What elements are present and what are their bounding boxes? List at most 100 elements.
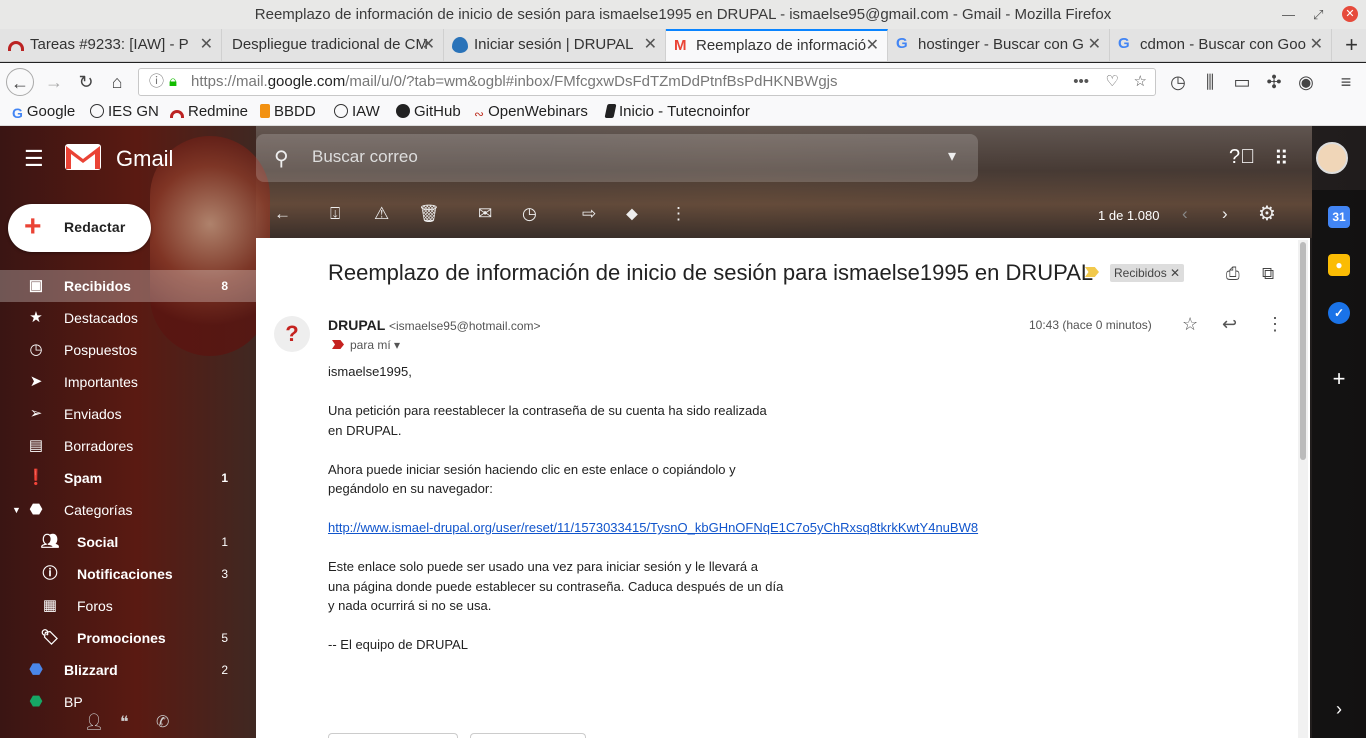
forward-button[interactable] — [470, 733, 586, 738]
tasks-icon[interactable]: ✓ — [1328, 302, 1350, 324]
labels-icon[interactable]: ⬥ — [626, 204, 638, 224]
sidebar-item-notifications[interactable]: ⓘ Notificaciones 3 — [0, 558, 256, 590]
settings-gear-icon[interactable]: ⚙ — [1258, 201, 1276, 226]
search-input[interactable]: Buscar correo — [312, 147, 418, 167]
more-icon[interactable]: ⋮ — [670, 204, 687, 224]
sidebar-item-drafts[interactable]: ▤ Borradores — [0, 430, 256, 462]
extensions-icon[interactable]: ✣ — [1260, 68, 1288, 96]
sidebar-item-snoozed[interactable]: ◷ Pospuestos — [0, 334, 256, 366]
contacts-icon[interactable]: 👤︎ — [84, 712, 104, 732]
browser-tab-active[interactable]: M Reemplazo de informació ✕ — [666, 29, 888, 61]
hangouts-icon[interactable]: ❝ — [120, 712, 129, 732]
newer-icon[interactable]: ‹ — [1182, 204, 1188, 224]
url-bar[interactable]: ⓘ 🔒︎ https://mail.google.com/mail/u/0/?t… — [138, 68, 1156, 96]
scrollbar-thumb[interactable] — [1300, 242, 1306, 460]
sidebar-item-label: Notificaciones — [77, 566, 173, 582]
bookmark-bbdd[interactable]: BBDD — [260, 103, 316, 120]
move-to-icon[interactable]: ⇨ — [582, 204, 596, 224]
sidebar-item-sent[interactable]: ➢ Enviados — [0, 398, 256, 430]
report-spam-icon[interactable]: ⚠ — [374, 204, 389, 224]
print-icon[interactable]: ⎙ — [1226, 264, 1240, 284]
browser-tab[interactable]: G cdmon - Buscar con Goo ✕ — [1110, 29, 1332, 61]
back-to-inbox-icon[interactable]: ← — [274, 204, 291, 224]
close-tab-icon[interactable]: ✕ — [200, 29, 213, 61]
menu-icon[interactable]: ≡ — [1332, 68, 1360, 96]
older-icon[interactable]: › — [1222, 204, 1228, 224]
bookmark-redmine[interactable]: Redmine — [170, 103, 248, 120]
info-icon[interactable]: ⓘ — [149, 69, 164, 95]
avatar[interactable] — [1316, 142, 1348, 174]
page-actions-icon[interactable]: ••• — [1073, 69, 1089, 95]
delete-icon[interactable]: 🗑︎ — [418, 204, 440, 224]
home-icon[interactable]: ⌂ — [103, 68, 131, 96]
forward-icon[interactable]: → — [40, 68, 68, 96]
sidebar-icon[interactable]: ▭ — [1228, 68, 1256, 96]
chevron-down-icon[interactable]: ▾ — [394, 338, 400, 352]
star-icon[interactable]: ☆ — [1182, 314, 1198, 335]
maximize-icon[interactable]: ⤢ — [1313, 0, 1323, 29]
browser-tab[interactable]: Iniciar sesión | DRUPAL ✕ — [444, 29, 666, 61]
inbox-label-chip[interactable]: Recibidos ✕ — [1110, 264, 1185, 282]
close-tab-icon[interactable]: ✕ — [1088, 29, 1101, 61]
sidebar-item-categories[interactable]: ▼ ⬣ Categorías — [0, 494, 256, 526]
close-window-icon[interactable]: ✕ — [1342, 6, 1358, 22]
more-options-icon[interactable]: ⋮ — [1266, 314, 1284, 335]
sidebar-item-forums[interactable]: ▦ Foros — [0, 590, 256, 622]
tab-label: Despliegue tradicional de CM — [232, 36, 428, 53]
add-addon-icon[interactable]: + — [1328, 368, 1350, 390]
sidebar-item-blizzard[interactable]: ⬣ Blizzard 2 — [0, 654, 256, 686]
close-tab-icon[interactable]: ✕ — [422, 29, 435, 61]
history-icon[interactable]: ◷ — [1164, 68, 1192, 96]
account-icon[interactable]: ◉ — [1292, 68, 1320, 96]
bookmark-openwebinars[interactable]: ∾ OpenWebinars — [474, 103, 588, 121]
back-icon[interactable]: ← — [6, 68, 34, 96]
remove-label-icon[interactable]: ✕ — [1170, 266, 1180, 280]
scrollbar[interactable] — [1298, 240, 1308, 738]
close-tab-icon[interactable]: ✕ — [644, 29, 657, 61]
browser-tab[interactable]: Despliegue tradicional de CM ✕ — [222, 29, 444, 61]
library-icon[interactable]: ⫼ — [1196, 68, 1224, 96]
compose-button[interactable]: + Redactar — [8, 204, 151, 252]
reset-link[interactable]: http://www.ismael-drupal.org/user/reset/… — [328, 520, 978, 535]
sidebar-item-promotions[interactable]: 🏷︎ Promociones 5 — [0, 622, 256, 654]
archive-icon[interactable]: ⍗ — [330, 204, 340, 224]
bookmark-star-icon[interactable]: ☆ — [1134, 69, 1147, 95]
bookmark-github[interactable]: GitHub — [396, 103, 461, 120]
calendar-icon[interactable]: 31 — [1328, 206, 1350, 228]
bookmark-tutecnoinfor[interactable]: Inicio - Tutecnoinfor — [604, 103, 750, 120]
sidebar-item-spam[interactable]: ❗ Spam 1 — [0, 462, 256, 494]
keep-icon[interactable]: ● — [1328, 254, 1350, 276]
phone-icon[interactable]: ✆ — [156, 712, 169, 732]
close-tab-icon[interactable]: ✕ — [1310, 29, 1323, 61]
sidebar-item-starred[interactable]: ★ Destacados — [0, 302, 256, 334]
sidebar-item-social[interactable]: 👥︎ Social 1 — [0, 526, 256, 558]
search-icon[interactable]: ⚲ — [274, 146, 289, 171]
reply-button[interactable] — [328, 733, 458, 738]
main-menu-icon[interactable]: ☰ — [24, 146, 44, 172]
sidebar-item-important[interactable]: ➤ Importantes — [0, 366, 256, 398]
browser-tab[interactable]: G hostinger - Buscar con G ✕ — [888, 29, 1110, 61]
reply-icon[interactable]: ↩ — [1222, 314, 1237, 335]
search-bar[interactable]: ⚲ Buscar correo ▾ — [256, 134, 978, 182]
pocket-icon[interactable]: ♡ — [1106, 69, 1119, 95]
expand-triangle-icon[interactable]: ▼ — [12, 494, 21, 526]
tab-label: hostinger - Buscar con G — [918, 36, 1084, 53]
recipient-details[interactable]: para mí ▾ — [332, 338, 400, 352]
browser-tab[interactable]: Tareas #9233: [IAW] - P ✕ — [0, 29, 222, 61]
mark-unread-icon[interactable]: ✉ — [478, 204, 492, 224]
help-icon[interactable]: ?⃝ — [1229, 146, 1255, 169]
close-tab-icon[interactable]: ✕ — [866, 31, 879, 61]
bookmark-ies-gn[interactable]: IES GN — [90, 103, 159, 120]
bookmark-google[interactable]: G Google — [12, 103, 75, 121]
apps-grid-icon[interactable]: ⠿ — [1274, 146, 1289, 171]
bookmark-iaw[interactable]: IAW — [334, 103, 380, 120]
chevron-right-icon[interactable]: › — [1328, 698, 1350, 720]
minimize-icon[interactable]: — — [1282, 0, 1295, 29]
sidebar-item-inbox[interactable]: ▣ Recibidos 8 — [0, 270, 256, 302]
bookmark-label: Redmine — [188, 103, 249, 120]
new-tab-icon[interactable]: + — [1345, 29, 1358, 61]
search-options-icon[interactable]: ▾ — [948, 146, 956, 166]
reload-icon[interactable]: ↻ — [72, 68, 100, 96]
snooze-icon[interactable]: ◷ — [522, 204, 537, 224]
open-new-window-icon[interactable]: ⧉ — [1262, 264, 1274, 284]
